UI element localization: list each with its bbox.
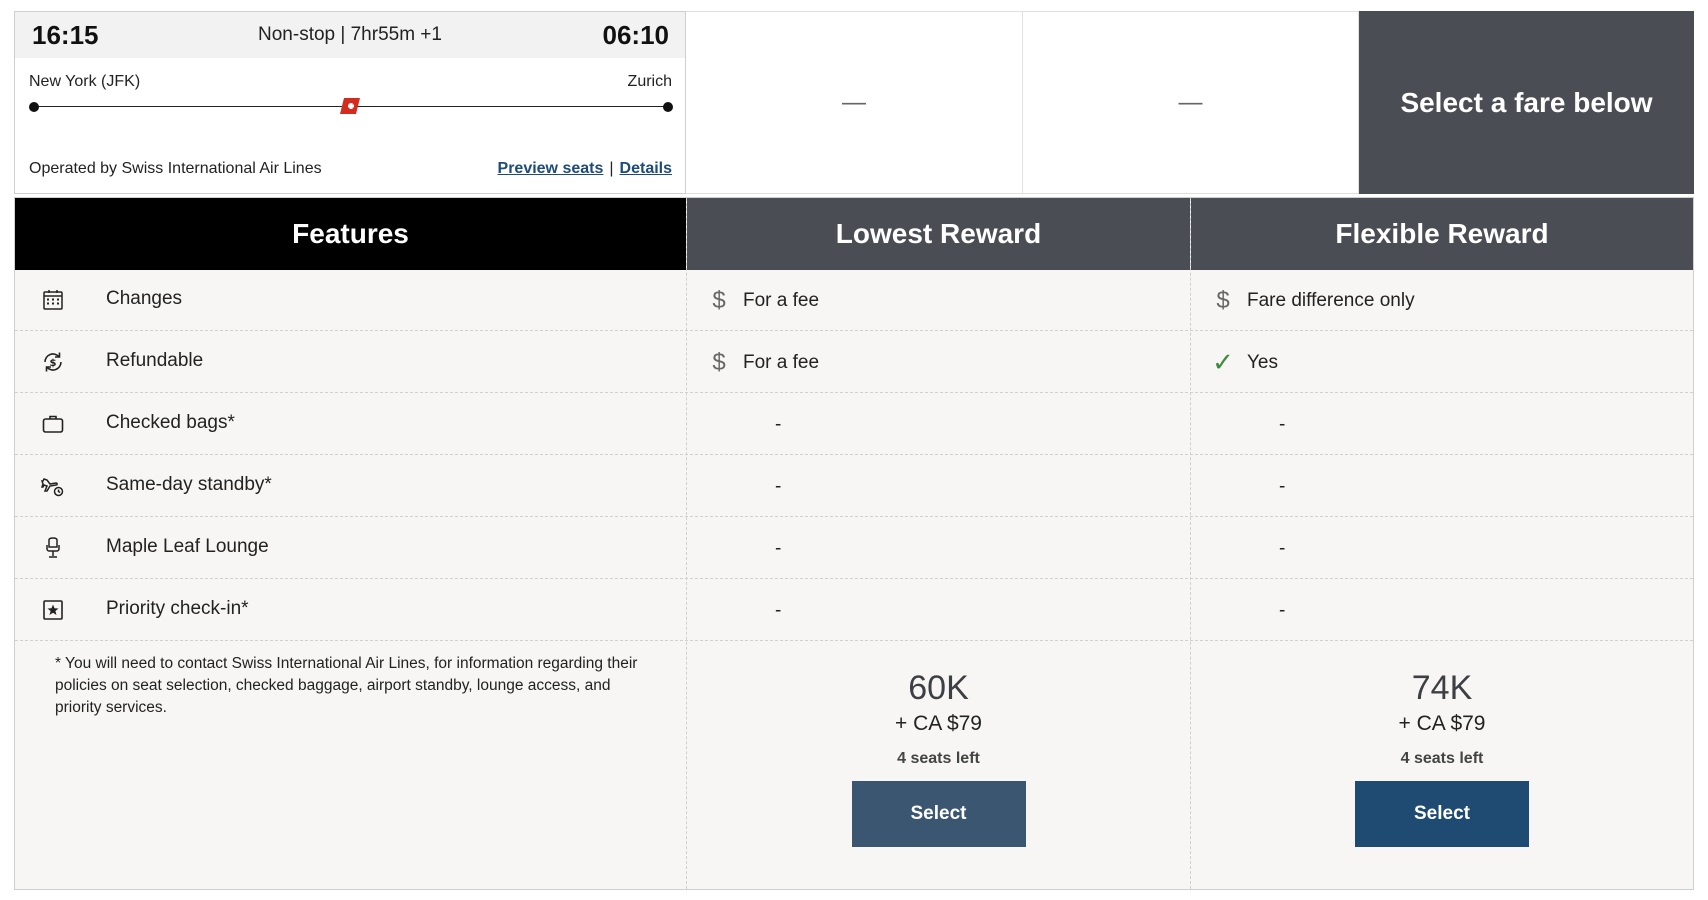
flexible-refundable-cell: ✓ Yes [1191,332,1693,393]
flexible-standby-cell: - [1191,456,1693,517]
dollar-icon: $ [1216,286,1230,314]
lowest-seats-left: 4 seats left [897,750,980,767]
feature-label: Checked bags* [106,412,235,433]
table-row-priority: Priority check-in* - - [15,580,1693,641]
star-box-icon [43,600,63,620]
dollar-icon: $ [712,348,726,376]
lowest-reward-header: Lowest Reward [687,198,1190,270]
table-row-refundable: $ Refundable $ For a fee ✓ Yes [15,332,1693,393]
features-header: Features [15,198,686,270]
lowest-points: 60K [908,669,969,707]
flexible-standby-value: - [1279,475,1286,497]
lowest-bags-cell: - [687,394,1190,455]
lounge-icon [46,537,60,558]
lowest-refundable-cell: $ For a fee [687,332,1190,393]
suitcase-icon [42,415,64,433]
feature-label: Priority check-in* [106,598,249,619]
operated-by: Operated by Swiss International Air Line… [29,160,322,177]
details-link[interactable]: Details [620,160,672,177]
flexible-lounge-cell: - [1191,518,1693,579]
plane-clock-icon [41,478,64,497]
flight-duration: Non-stop | 7hr55m +1 [258,24,442,45]
fare-column-empty-2: — [1023,11,1359,194]
flexible-changes-cell: $ Fare difference only [1191,270,1693,331]
fare-column-empty-1: — [686,11,1023,194]
dollar-icon: $ [712,286,726,314]
swiss-tail-icon [340,98,360,114]
flexible-cash: + CA $79 [1398,712,1486,735]
flexible-bags-value: - [1279,413,1286,435]
preview-seats-link[interactable]: Preview seats [498,160,604,177]
flight-times-bar: 16:15 Non-stop | 7hr55m +1 06:10 [15,12,685,58]
check-icon: ✓ [1212,347,1234,377]
origin-city: New York (JFK) [29,73,141,90]
select-lowest-button[interactable]: Select [851,781,1026,847]
lowest-lounge-cell: - [687,518,1190,579]
table-row-lounge: Maple Leaf Lounge - - [15,518,1693,579]
flexible-priority-cell: - [1191,580,1693,641]
feature-label: Refundable [106,350,204,371]
origin-dot [29,102,39,112]
table-row-standby: Same-day standby* - - [15,456,1693,517]
flexible-bags-cell: - [1191,394,1693,455]
flexible-reward-header: Flexible Reward [1191,198,1693,270]
calendar-icon [43,290,63,310]
flexible-changes-value: Fare difference only [1247,289,1415,311]
lowest-cash: + CA $79 [895,712,982,735]
link-separator: | [609,160,614,177]
refund-icon: $ [44,352,62,372]
select-fare-prompt: Select a fare below [1359,11,1694,194]
destination-city: Zurich [627,73,672,90]
lowest-refundable-value: For a fee [743,351,820,373]
flexible-points: 74K [1411,669,1473,707]
lowest-priority-value: - [775,599,782,621]
flight-summary: 16:15 Non-stop | 7hr55m +1 06:10 New Yor… [14,11,686,194]
lowest-lounge-value: - [775,537,782,559]
flexible-lounge-value: - [1279,537,1286,559]
table-row-checked-bags: Checked bags* - - [15,394,1693,455]
arrival-time: 06:10 [602,20,670,50]
lowest-standby-value: - [775,475,782,497]
lowest-priority-cell: - [687,580,1190,641]
lowest-standby-cell: - [687,456,1190,517]
footnote: * You will need to contact Swiss Interna… [55,655,638,716]
flexible-seats-left: 4 seats left [1400,750,1484,767]
lowest-changes-cell: $ For a fee [687,270,1190,331]
svg-text:$: $ [50,358,57,369]
destination-dot [663,102,673,112]
flight-links: Preview seats | Details [498,160,672,178]
fare-comparison-table: Features Lowest Reward Flexible Reward C… [14,197,1694,890]
flexible-priority-value: - [1279,599,1286,621]
feature-label: Same-day standby* [106,474,272,495]
lowest-reward-price: 60K + CA $79 4 seats left Select [687,668,1190,847]
flexible-reward-price: 74K + CA $79 4 seats left Select [1191,668,1693,847]
lowest-changes-value: For a fee [743,289,820,311]
flexible-refundable-value: Yes [1247,351,1278,373]
table-row-changes: Changes $ For a fee $ Fare difference on… [15,270,1693,331]
feature-label: Maple Leaf Lounge [106,536,269,557]
feature-label: Changes [106,288,183,309]
lowest-bags-value: - [775,413,782,435]
select-flexible-button[interactable]: Select [1355,781,1529,847]
